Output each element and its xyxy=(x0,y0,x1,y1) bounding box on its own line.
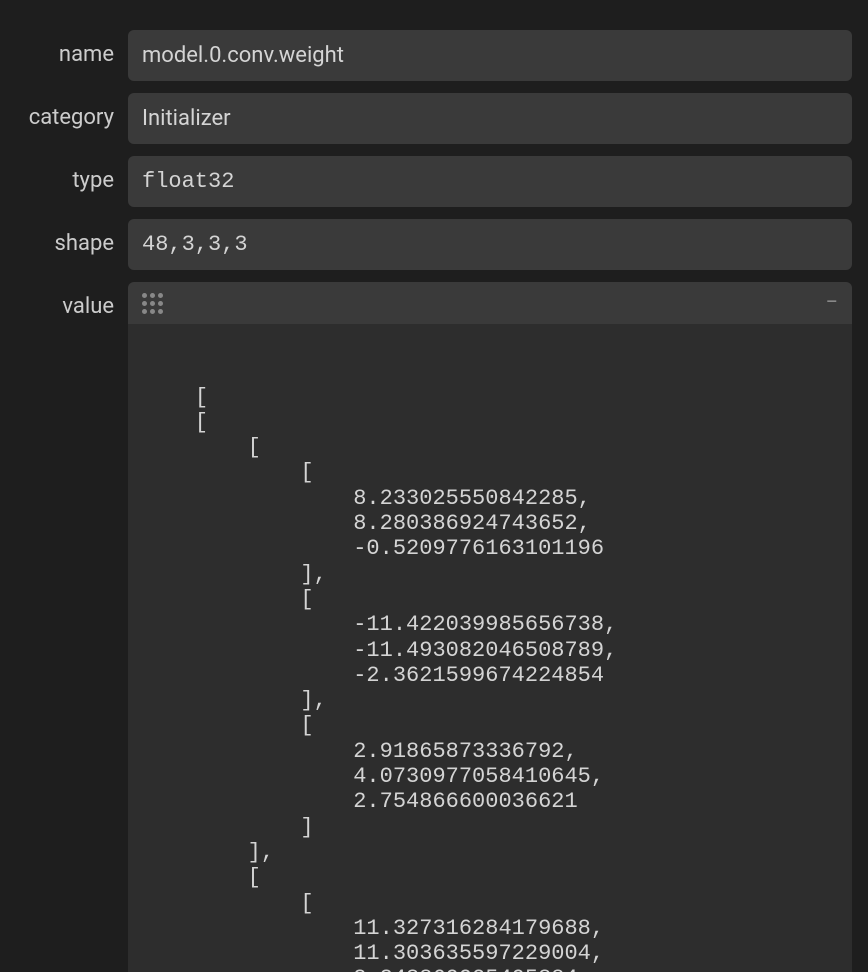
type-label: type xyxy=(16,156,114,193)
shape-label: shape xyxy=(16,219,114,256)
grid-icon[interactable] xyxy=(142,293,163,314)
value-label: value xyxy=(16,282,114,319)
value-header: − xyxy=(128,282,852,324)
shape-value: 48,3,3,3 xyxy=(128,219,852,270)
collapse-icon[interactable]: − xyxy=(825,292,838,314)
value-tensor-content: [ [ [ [ 8.233025550842285, 8.28038692474… xyxy=(128,324,852,972)
type-value: float32 xyxy=(128,156,852,207)
save-icon[interactable] xyxy=(816,338,838,360)
tensor-text: [ [ [ [ 8.233025550842285, 8.28038692474… xyxy=(142,385,617,972)
name-value: model.0.conv.weight xyxy=(128,30,852,81)
category-value: Initializer xyxy=(128,93,852,144)
name-label: name xyxy=(16,30,114,67)
category-label: category xyxy=(16,93,114,130)
